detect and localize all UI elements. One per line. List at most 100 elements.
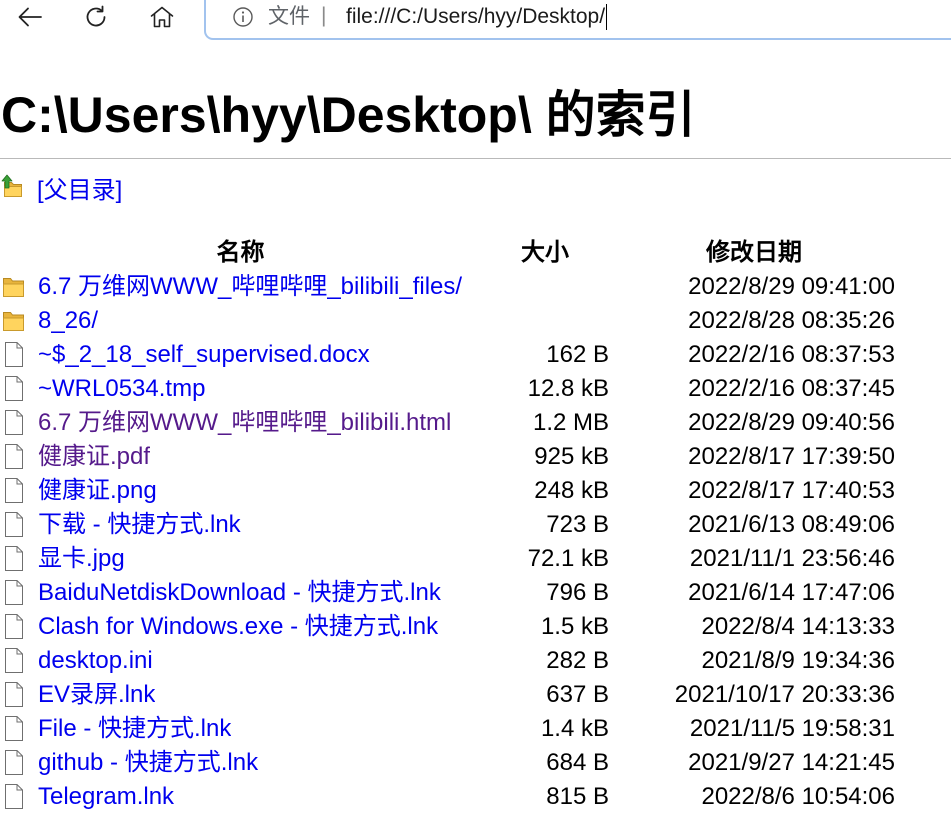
file-icon	[4, 375, 24, 402]
file-modified-date: 2022/8/17 17:40:53	[688, 477, 895, 504]
file-size: 282 B	[546, 647, 609, 674]
file-modified-date: 2022/2/16 08:37:45	[688, 375, 895, 402]
file-link[interactable]: BaiduNetdiskDownload - 快捷方式.lnk	[38, 576, 441, 610]
file-icon	[4, 477, 24, 504]
file-link[interactable]: desktop.ini	[38, 644, 153, 678]
file-icon	[4, 545, 24, 572]
address-separator: |	[321, 4, 327, 27]
column-header-size[interactable]: 大小	[481, 236, 609, 270]
file-row: 健康证.pdf 925 kB 2022/8/17 17:39:50	[0, 440, 951, 474]
file-size: 815 B	[546, 783, 609, 810]
file-size: 248 kB	[534, 477, 609, 504]
scheme-label: 文件	[268, 5, 310, 28]
file-link[interactable]: Clash for Windows.exe - 快捷方式.lnk	[38, 610, 438, 644]
home-button[interactable]	[146, 2, 178, 32]
file-row: ~$_2_18_self_supervised.docx 162 B 2022/2/…	[0, 338, 951, 372]
text-cursor	[606, 4, 608, 30]
file-row: 显卡.jpg 72.1 kB 2021/11/1 23:56:46	[0, 542, 951, 576]
file-size: 684 B	[546, 749, 609, 776]
back-button[interactable]	[14, 2, 46, 32]
parent-directory-link[interactable]: [父目录]	[37, 174, 122, 208]
table-header: 名称 大小 修改日期	[0, 236, 951, 270]
file-row: Clash for Windows.exe - 快捷方式.lnk 1.5 kB 20…	[0, 610, 951, 644]
file-size: 12.8 kB	[527, 375, 609, 402]
file-row: BaiduNetdiskDownload - 快捷方式.lnk 796 B 2021…	[0, 576, 951, 610]
file-row: 健康证.png 248 kB 2022/8/17 17:40:53	[0, 474, 951, 508]
file-size: 72.1 kB	[527, 545, 609, 572]
file-row: 6.7 万维网WWW_哔哩哔哩_bilibili.html 1.2 MB 2022/…	[0, 406, 951, 440]
file-link[interactable]: 下载 - 快捷方式.lnk	[38, 508, 241, 542]
file-link[interactable]: Telegram.lnk	[38, 780, 174, 814]
file-size: 1.4 kB	[540, 715, 609, 742]
file-icon	[4, 749, 24, 776]
file-modified-date: 2021/6/14 17:47:06	[688, 579, 895, 606]
column-header-modified[interactable]: 修改日期	[609, 236, 899, 270]
url-text: file:///C:/Users/hyy/Desktop/	[346, 5, 606, 28]
folder-link[interactable]: 6.7 万维网WWW_哔哩哔哩_bilibili_files/	[38, 270, 462, 304]
file-icon	[4, 613, 24, 640]
file-size: 1.5 kB	[540, 613, 609, 640]
file-icon	[4, 681, 24, 708]
file-modified-date: 2022/8/6 10:54:06	[701, 783, 895, 810]
file-modified-date: 2022/8/29 09:40:56	[688, 409, 895, 436]
file-size: 162 B	[546, 341, 609, 368]
file-link[interactable]: EV录屏.lnk	[38, 678, 155, 712]
file-icon	[4, 579, 24, 606]
browser-toolbar: 文件 | file:///C:/Users/hyy/Desktop/	[0, 0, 951, 40]
file-modified-date: 2021/8/9 19:34:36	[701, 647, 895, 674]
file-size: 796 B	[546, 579, 609, 606]
file-icon	[4, 647, 24, 674]
folder-icon	[2, 276, 25, 298]
file-modified-date: 2021/10/17 20:33:36	[674, 681, 895, 708]
file-modified-date: 2022/8/4 14:13:33	[701, 613, 895, 640]
file-link[interactable]: ~WRL0534.tmp	[38, 372, 205, 406]
file-row: EV录屏.lnk 637 B 2021/10/17 20:33:36	[0, 678, 951, 712]
file-modified-date: 2021/11/1 23:56:46	[689, 545, 895, 572]
refresh-button[interactable]	[80, 2, 112, 32]
file-modified-date: 2021/11/5 19:58:31	[689, 715, 895, 742]
file-icon	[4, 443, 24, 470]
file-size: 925 kB	[534, 443, 609, 470]
arrow-left-icon	[17, 6, 43, 28]
address-bar[interactable]: 文件 | file:///C:/Users/hyy/Desktop/	[204, 0, 951, 40]
column-header-name[interactable]: 名称	[0, 236, 481, 270]
file-size: 637 B	[546, 681, 609, 708]
file-link[interactable]: File - 快捷方式.lnk	[38, 712, 231, 746]
file-modified-date: 2021/6/13 08:49:06	[688, 511, 895, 538]
file-row: Telegram.lnk 815 B 2022/8/6 10:54:06	[0, 780, 951, 814]
file-row: desktop.ini 282 B 2021/8/9 19:34:36	[0, 644, 951, 678]
file-link[interactable]: 健康证.png	[38, 474, 157, 508]
file-modified-date: 2022/8/28 08:35:26	[688, 307, 895, 334]
file-list: 6.7 万维网WWW_哔哩哔哩_bilibili_files/2022/8/29…	[0, 270, 951, 814]
parent-directory-row: [父目录]	[0, 174, 481, 208]
info-icon[interactable]	[232, 6, 254, 28]
file-icon	[4, 511, 24, 538]
file-link[interactable]: 健康证.pdf	[38, 440, 150, 474]
file-modified-date: 2022/8/29 09:41:00	[688, 273, 895, 300]
divider	[0, 158, 951, 159]
file-row: ~WRL0534.tmp 12.8 kB 2022/2/16 08:37:45	[0, 372, 951, 406]
file-icon	[4, 715, 24, 742]
file-row: github - 快捷方式.lnk 684 B 2021/9/27 14:21:45	[0, 746, 951, 780]
file-link[interactable]: 6.7 万维网WWW_哔哩哔哩_bilibili.html	[38, 406, 451, 440]
file-icon	[4, 341, 24, 368]
parent-folder-icon	[1, 174, 23, 198]
file-size: 1.2 MB	[532, 409, 609, 436]
file-icon	[4, 409, 24, 436]
folder-link[interactable]: 8_26/	[38, 304, 98, 338]
file-link[interactable]: 显卡.jpg	[38, 542, 125, 576]
file-row: 下载 - 快捷方式.lnk 723 B 2021/6/13 08:49:06	[0, 508, 951, 542]
refresh-icon	[83, 4, 109, 30]
file-link[interactable]: github - 快捷方式.lnk	[38, 746, 258, 780]
file-modified-date: 2021/9/27 14:21:45	[688, 749, 895, 776]
file-modified-date: 2022/2/16 08:37:53	[688, 341, 895, 368]
page-title: C:\Users\hyy\Desktop\ 的索引	[1, 87, 696, 143]
file-link[interactable]: ~$_2_18_self_supervised.docx	[38, 338, 370, 372]
folder-icon	[2, 310, 25, 332]
file-row: File - 快捷方式.lnk 1.4 kB 2021/11/5 19:58:31	[0, 712, 951, 746]
file-icon	[4, 783, 24, 810]
home-icon	[149, 5, 175, 29]
file-modified-date: 2022/8/17 17:39:50	[688, 443, 895, 470]
url-field[interactable]: file:///C:/Users/hyy/Desktop/	[346, 4, 608, 30]
file-row: 6.7 万维网WWW_哔哩哔哩_bilibili_files/2022/8/29…	[0, 270, 951, 304]
